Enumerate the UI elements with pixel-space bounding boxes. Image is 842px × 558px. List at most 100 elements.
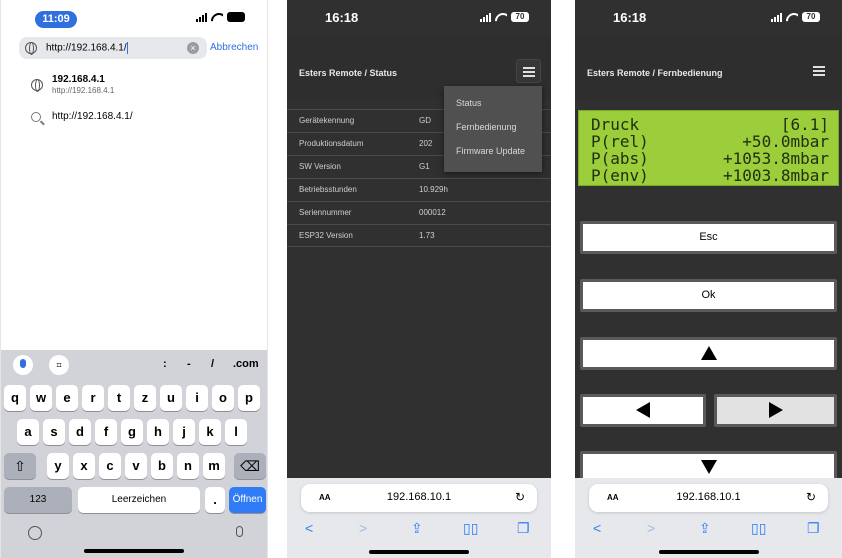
key-n[interactable]: n [177,453,199,479]
keyboard-row-2: a s d f g h j k l [1,419,267,447]
keyboard-row-3: ⇧ y x c v b n m ⌫ [1,453,267,481]
share-icon[interactable]: ⇪ [411,520,423,537]
key-p[interactable]: p [238,385,260,411]
wifi-icon [786,13,798,22]
key-dot[interactable]: . [205,487,225,513]
bookmarks-icon[interactable]: ▯▯ [751,520,766,537]
open-key[interactable]: Öffnen [229,487,266,513]
tabs-icon[interactable]: ❐ [807,520,820,537]
left-button[interactable] [580,394,706,427]
menu-item-status[interactable]: Status [456,98,482,108]
address-bar[interactable]: AA 192.168.10.1 ↻ [301,484,537,512]
key-t[interactable]: t [108,385,130,411]
status-bar: 16:18 70 [575,0,842,36]
forward-icon[interactable]: > [647,520,655,536]
search-icon [31,112,41,122]
key-v[interactable]: v [125,453,147,479]
address-bar[interactable]: AA 192.168.10.1 ↻ [589,484,828,512]
row-value: 202 [419,139,433,148]
safari-toolbar: AA 192.168.10.1 ↻ < > ⇪ ▯▯ ❐ [575,478,842,558]
suggestion-item[interactable]: http://192.168.4.1/ [1,99,267,137]
reload-icon[interactable]: ↻ [515,490,525,504]
phone-status-page: 16:18 70 Esters Remote / Status Geräteke… [287,0,551,558]
key-q[interactable]: q [4,385,26,411]
key-d[interactable]: d [69,419,91,445]
key-z[interactable]: z [134,385,156,411]
key-j[interactable]: j [173,419,195,445]
space-key[interactable]: Leerzeichen [78,487,200,513]
table-row: ESP32 Version 1.73 [287,224,551,247]
key-l[interactable]: l [225,419,247,445]
globe-icon [25,42,37,55]
key-b[interactable]: b [151,453,173,479]
key-w[interactable]: w [30,385,52,411]
suggestion-title: http://192.168.4.1/ [52,111,133,122]
back-icon[interactable]: < [305,520,313,536]
key-r[interactable]: r [82,385,104,411]
url-input[interactable]: http://192.168.4.1/ × [19,37,207,59]
menu-icon[interactable] [807,59,832,83]
shift-key[interactable]: ⇧ [4,453,36,479]
row-value: 10.929h [419,185,448,194]
lcd-line: P(abs) +1053.8mbar [591,149,829,168]
key-x[interactable]: x [73,453,95,479]
home-indicator [658,550,759,554]
text-caret [126,42,129,54]
row-label: Betriebsstunden [299,185,357,194]
row-value: G1 [419,162,430,171]
key-colon[interactable]: : [163,358,167,370]
key-u[interactable]: u [160,385,182,411]
wifi-icon [495,13,507,22]
keyboard-row-4: 123 Leerzeichen . Öffnen [1,487,267,515]
esc-button[interactable]: Esc [580,221,837,254]
backspace-key[interactable]: ⌫ [234,453,266,479]
scan-text-icon[interactable]: ⌗ [49,355,69,375]
battery-icon: 70 [511,12,529,22]
row-label: Gerätekennung [299,116,355,125]
cellular-signal-icon [771,12,782,22]
clear-icon[interactable]: × [187,42,199,54]
key-y[interactable]: y [47,453,69,479]
dictation-icon[interactable] [13,355,33,375]
status-time: 11:09 [35,11,77,28]
key-f[interactable]: f [95,419,117,445]
key-s[interactable]: s [43,419,65,445]
key-h[interactable]: h [147,419,169,445]
menu-item-firmware-update[interactable]: Firmware Update [456,146,525,156]
menu-icon[interactable] [516,59,541,83]
key-slash[interactable]: / [211,358,214,370]
tabs-icon[interactable]: ❐ [517,520,530,537]
menu-item-fernbedienung[interactable]: Fernbedienung [456,122,517,132]
forward-icon[interactable]: > [359,520,367,536]
key-g[interactable]: g [121,419,143,445]
emoji-icon[interactable] [28,526,42,540]
battery-icon: 70 [802,12,820,22]
key-c[interactable]: c [99,453,121,479]
key-m[interactable]: m [203,453,225,479]
suggestion-subtitle: http://192.168.4.1 [52,86,115,95]
lcd-line: Druck [6.1] [591,115,829,134]
numbers-key[interactable]: 123 [4,487,72,513]
row-label: SW Version [299,162,341,171]
cancel-button[interactable]: Abbrechen [210,42,258,53]
key-i[interactable]: i [186,385,208,411]
key-hyphen[interactable]: - [187,358,191,370]
up-button[interactable] [580,337,837,370]
share-icon[interactable]: ⇪ [699,520,711,537]
back-icon[interactable]: < [593,520,601,536]
row-value: GD [419,116,431,125]
microphone-icon[interactable] [236,526,243,537]
key-dotcom[interactable]: .com [233,358,259,370]
key-o[interactable]: o [212,385,234,411]
right-button[interactable] [714,394,837,427]
key-a[interactable]: a [17,419,39,445]
bookmarks-icon[interactable]: ▯▯ [463,520,478,537]
phone-remote-control-page: 16:18 70 Esters Remote / Fernbedienung D… [575,0,842,558]
key-e[interactable]: e [56,385,78,411]
suggestion-title: 192.168.4.1 [52,74,105,85]
lcd-line: P(rel) +50.0mbar [591,132,829,151]
ok-button[interactable]: Ok [580,279,837,312]
arrow-right-icon [768,402,783,419]
key-k[interactable]: k [199,419,221,445]
reload-icon[interactable]: ↻ [806,490,816,504]
